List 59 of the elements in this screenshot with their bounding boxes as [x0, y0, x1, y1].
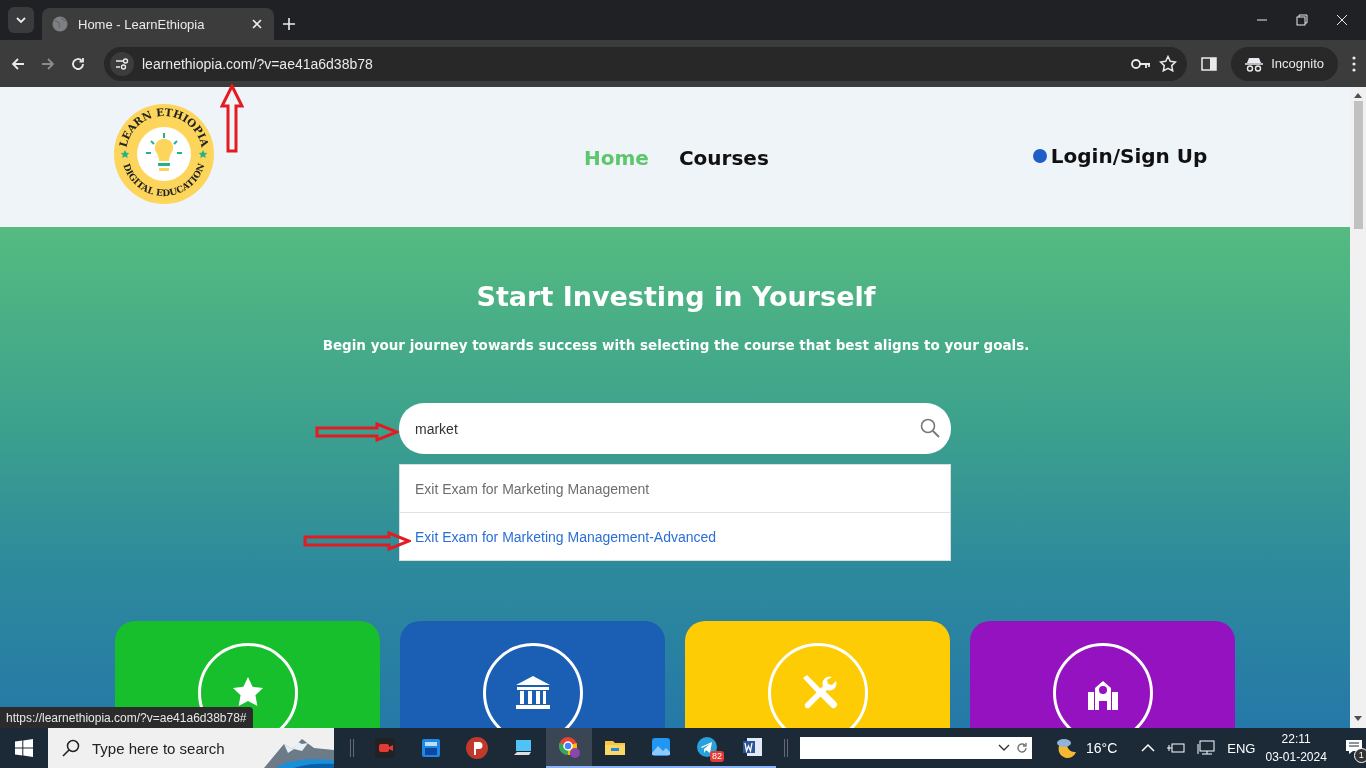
windows-start-icon[interactable] — [15, 739, 33, 757]
scrollbar-thumb[interactable] — [1353, 101, 1363, 229]
hero-title: Start Investing in Yourself — [475, 280, 876, 314]
recorder-app-icon[interactable] — [373, 736, 397, 760]
url-text: learnethiopia.com/?v=ae41a6d38b78 — [142, 55, 374, 72]
calculator-app-icon[interactable] — [419, 736, 443, 760]
login-link[interactable]: Login/Sign Up — [1050, 144, 1208, 168]
category-card[interactable] — [400, 621, 665, 728]
hero-subtitle: Begin your journey towards success with selecting the course that best aligns to your goals. — [321, 336, 1030, 355]
clock-date[interactable]: 03-01-2024 — [1265, 748, 1327, 766]
globe-icon — [52, 16, 68, 32]
search-field[interactable]: market — [399, 403, 951, 454]
notification-badge: 82 — [710, 751, 724, 762]
battery-plug-icon[interactable] — [1167, 742, 1186, 754]
moon-cloud-icon — [1054, 736, 1078, 760]
chevron-up-icon[interactable] — [1141, 743, 1156, 753]
close-icon[interactable] — [1336, 14, 1348, 26]
word-app-icon[interactable] — [741, 735, 765, 759]
scroll-up-icon[interactable] — [1354, 92, 1362, 98]
status-url-tooltip: https://learnethiopia.com/?v=ae41a6d38b78# — [0, 707, 253, 728]
forward-icon — [40, 55, 56, 72]
incognito-icon — [1245, 55, 1264, 72]
star-icon[interactable] — [1159, 54, 1178, 73]
refresh-icon[interactable] — [1016, 742, 1028, 754]
more-menu-icon[interactable] — [1352, 55, 1356, 72]
search-icon — [62, 739, 80, 757]
side-panel-icon[interactable] — [1201, 55, 1218, 72]
chevron-down-icon — [15, 14, 27, 26]
weather-temperature: 16°C — [1086, 740, 1118, 756]
suggestion-item[interactable]: Exit Exam for Marketing Management-Advanced — [400, 512, 950, 560]
chevron-down-icon[interactable] — [998, 744, 1010, 752]
scroll-down-icon[interactable] — [1354, 716, 1362, 722]
category-card[interactable] — [970, 621, 1235, 728]
nav-link[interactable]: Courses — [678, 146, 769, 170]
language-indicator[interactable]: ENG — [1227, 740, 1256, 756]
search-icon[interactable] — [920, 418, 940, 438]
browser-app-icon[interactable] — [557, 735, 581, 759]
tab-list-button[interactable] — [8, 7, 34, 33]
network-icon[interactable] — [1197, 740, 1216, 756]
reload-icon[interactable] — [70, 55, 86, 72]
back-icon[interactable] — [10, 55, 26, 72]
close-icon[interactable] — [250, 17, 264, 31]
restore-icon[interactable] — [1296, 14, 1308, 26]
p-app-icon[interactable] — [465, 736, 489, 760]
search-placeholder: Type here to search — [92, 739, 226, 757]
taskbar-search-field[interactable]: Type here to search — [48, 728, 334, 768]
suggestion-item[interactable]: Exit Exam for Marketing Management — [400, 465, 950, 512]
browser-tab[interactable]: Home - LearnEthiopia — [42, 8, 274, 40]
clock-time[interactable]: 22:11 — [1281, 730, 1311, 748]
address-bar[interactable]: learnethiopia.com/?v=ae41a6d38b78 — [104, 46, 1188, 81]
incognito-button[interactable]: Incognito — [1231, 46, 1338, 81]
new-tab-icon[interactable] — [282, 17, 296, 31]
status-dot-icon — [1032, 149, 1047, 163]
key-icon[interactable] — [1131, 57, 1152, 70]
photos-app-icon[interactable] — [649, 735, 673, 759]
annotation-arrow — [220, 84, 244, 154]
site-settings-icon[interactable] — [115, 56, 129, 71]
address-input-field[interactable] — [800, 737, 1032, 759]
tab-title: Home - LearnEthiopia — [78, 16, 206, 32]
